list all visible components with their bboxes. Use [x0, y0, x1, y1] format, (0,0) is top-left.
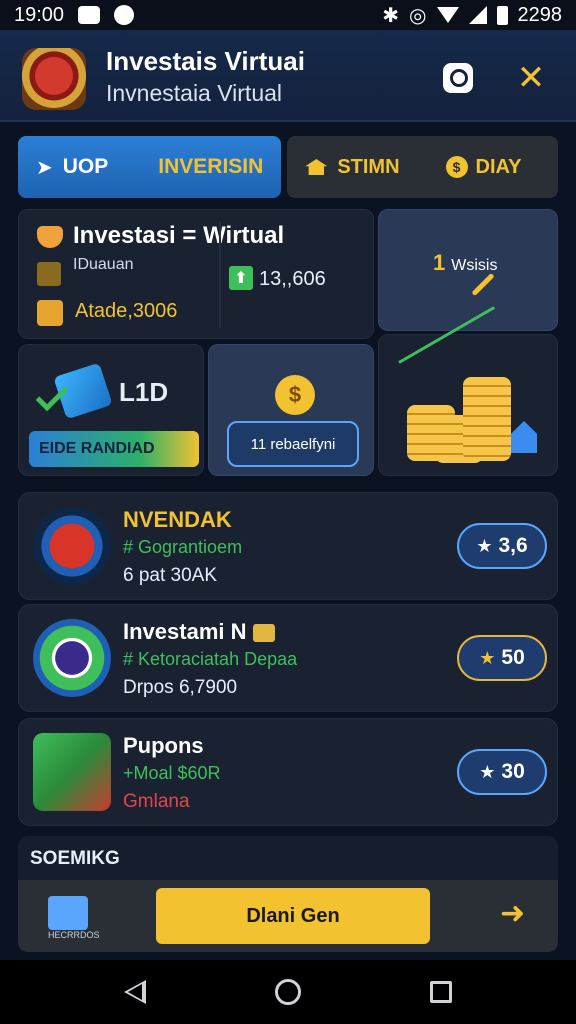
close-icon: ✕ [516, 59, 546, 97]
item-value-button[interactable]: ★ 50 [457, 635, 547, 681]
next-arrow-button[interactable]: ➜ [500, 896, 525, 931]
item-name-text: Investami N [123, 619, 247, 644]
item-value: 30 [501, 760, 525, 783]
app-header: Investais Virtuai Invnestaia Virtual ✕ [0, 30, 576, 122]
item-tag: +Moal $60R [123, 763, 221, 783]
heart-icon [37, 226, 63, 248]
tab-diay: $ DIAY [445, 155, 522, 179]
item-meta: Drpos 6,7900 [123, 677, 238, 698]
alarm-icon: ◎ [409, 4, 427, 27]
close-button[interactable]: ✕ [511, 58, 551, 98]
wifi-icon [436, 7, 459, 23]
item-value: 50 [501, 646, 525, 669]
coin-icon: $ [445, 156, 468, 178]
gift-graphic [35, 362, 113, 425]
tab-bar: ➤ UOP INVERISIN STIMN $ DIAY [18, 136, 558, 198]
list-item[interactable]: Investami N # Ketoraciatah Depaa Drpos 6… [18, 604, 558, 712]
wishlist-card[interactable]: 1 Wsisis [378, 209, 558, 331]
action-bar: HECRRDOS Dlani Gen ➜ [18, 880, 558, 952]
battery-icon [496, 5, 508, 25]
wishlist-count: 1 [433, 250, 446, 275]
notification-icon [114, 5, 135, 25]
recent-apps-icon[interactable] [429, 981, 452, 1003]
status-right-text: 2298 [517, 3, 563, 26]
calendar-app-icon [33, 507, 111, 585]
back-icon[interactable] [124, 980, 147, 1004]
item-meta: 6 pat 30AK [123, 565, 218, 586]
wishlist-label: 1 Wsisis [433, 250, 497, 276]
status-bar: 19:00 ✱ ◎ 2298 [0, 0, 576, 30]
primary-action-button[interactable]: Dlani Gen [156, 888, 430, 944]
coin-action-button[interactable]: 11 rebaelfyni [227, 421, 359, 467]
wallet-icon [37, 300, 63, 326]
divider [219, 222, 221, 328]
arrow-right-icon: ➜ [500, 897, 526, 930]
summary-subtitle: IDuauan [73, 256, 134, 273]
house-icon [511, 421, 537, 453]
wishlist-text: Wsisis [451, 257, 498, 274]
coupon-icon [33, 733, 111, 811]
section-title: SOEMIKG [18, 836, 558, 880]
bag-label: HECRRDOS [48, 930, 100, 940]
app-subtitle: Invnestaia Virtual [106, 80, 283, 106]
item-value-button[interactable]: ★ 30 [457, 749, 547, 795]
bluetooth-icon: ✱ [382, 4, 400, 27]
app-title: Investais Virtuai [106, 46, 305, 76]
star-icon: ★ [479, 647, 496, 668]
summary-stat: 13,,606 [259, 268, 326, 290]
signal-icon [468, 6, 487, 24]
item-tag: # Ketoraciatah Depaa [123, 649, 298, 669]
summary-title: Investasi = Wirtual [73, 222, 285, 249]
item-tag: # Gograntioem [123, 537, 243, 557]
coins-growth-illustration [378, 306, 558, 476]
item-value: 3,6 [498, 534, 528, 557]
tab-stimn-diay[interactable]: STIMN $ DIAY [287, 136, 558, 198]
tab-invest-label: INVERISIN [158, 155, 264, 178]
shopping-bag-icon[interactable] [48, 896, 88, 930]
star-icon: ★ [476, 535, 493, 556]
list-item[interactable]: Pupons +Moal $60R Gmlana ★ 30 [18, 718, 558, 826]
reward-button[interactable]: EIDE RANDIAD [29, 431, 199, 467]
tab-diay-label: DIAY [475, 155, 522, 178]
app-logo [22, 48, 86, 110]
coin-card[interactable]: $ 11 rebaelfyni [208, 344, 374, 476]
summary-value: Atade,3006 [75, 300, 178, 322]
item-meta: Gmlana [123, 791, 190, 812]
reward-code: L1D [119, 377, 169, 407]
system-navigation-bar [0, 960, 576, 1024]
calendar-icon [37, 262, 61, 286]
item-name: Pupons [123, 733, 204, 758]
list-item[interactable]: NVENDAK # Gograntioem 6 pat 30AK ★ 3,6 [18, 492, 558, 600]
coin-stack-icon [463, 377, 511, 461]
status-time: 19:00 [14, 3, 65, 26]
tab-top-invest[interactable]: ➤ UOP INVERISIN [18, 136, 282, 198]
item-value-button[interactable]: ★ 3,6 [457, 523, 547, 569]
dollar-icon: $ [275, 375, 315, 415]
dollar-coin-icon [33, 619, 111, 697]
chart-icon: ⬆ [229, 266, 253, 290]
tab-stimn-label: STIMN [337, 155, 400, 178]
search-icon [443, 63, 473, 93]
message-icon [78, 6, 101, 24]
home-icon [305, 159, 328, 175]
investment-summary-card[interactable]: Investasi = Wirtual IDuauan Atade,3006 ⬆… [18, 209, 374, 339]
tab-top-label: UOP [62, 155, 109, 178]
item-name: NVENDAK [123, 507, 232, 532]
pen-icon [471, 272, 495, 297]
home-circle-icon[interactable] [274, 979, 301, 1005]
badge-icon [252, 624, 275, 643]
send-arrow-icon: ➤ [36, 156, 53, 179]
item-name: Investami N [123, 619, 275, 645]
star-icon: ★ [479, 761, 496, 782]
search-button[interactable] [438, 58, 478, 98]
reward-card[interactable]: L1D EIDE RANDIAD [18, 344, 204, 476]
